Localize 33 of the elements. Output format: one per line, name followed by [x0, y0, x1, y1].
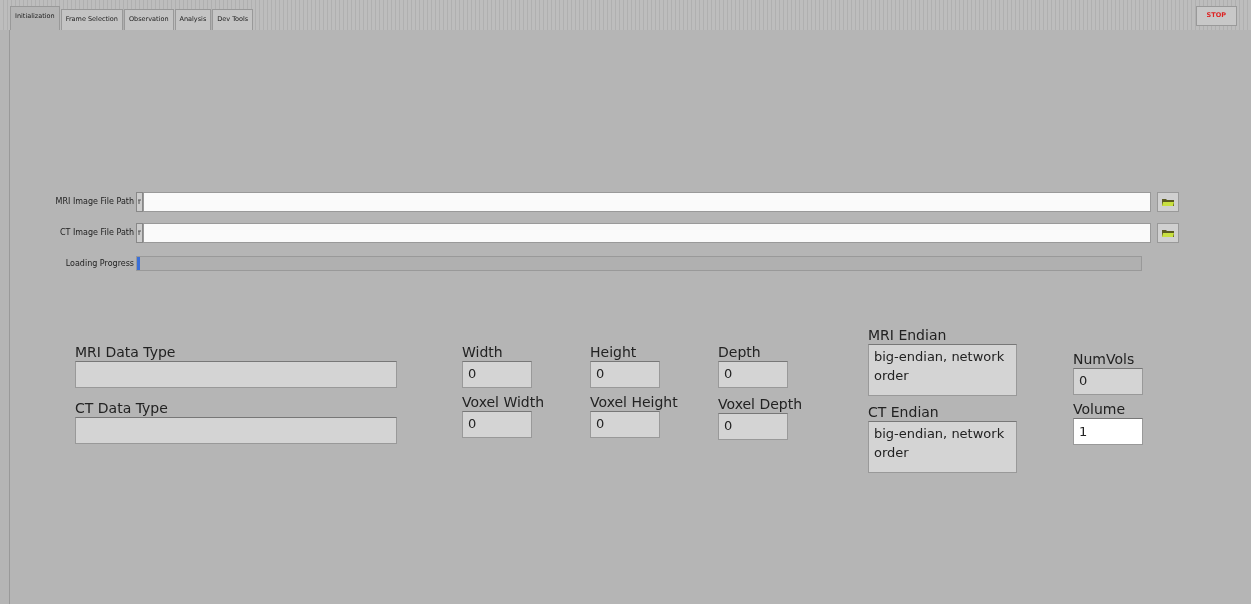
endian-field: big-endian, network order [868, 343, 1017, 396]
field-label: Voxel Height [590, 393, 679, 411]
field-label: Height [590, 344, 638, 361]
path-field[interactable] [143, 191, 1151, 212]
field-label: Depth [718, 344, 762, 361]
field-label: Volume [1073, 400, 1127, 418]
numeric-field: 0 [462, 410, 532, 438]
path-field[interactable] [143, 222, 1151, 243]
volume-field[interactable]: 1 [1073, 417, 1143, 445]
folder-icon [1162, 197, 1174, 206]
endian-field: big-endian, network order [868, 420, 1017, 473]
field-label: MRI Image File Path [54, 195, 135, 208]
field-label: MRI Endian [868, 327, 948, 344]
field-label: Voxel Depth [718, 395, 804, 413]
browse-button[interactable] [1157, 191, 1179, 212]
numeric-field: 0 [590, 410, 660, 438]
field-label: CT Endian [868, 403, 940, 421]
field-label: CT Data Type [75, 399, 169, 417]
path-icon [136, 191, 143, 212]
field-label: Width [462, 344, 504, 361]
progress-label: Loading Progress [64, 257, 135, 270]
path-icon [136, 222, 143, 243]
field-label: Voxel Width [462, 393, 546, 411]
numeric-field: 0 [1073, 367, 1143, 395]
folder-icon [1162, 228, 1174, 237]
numeric-field: 0 [718, 360, 788, 388]
browse-button[interactable] [1157, 222, 1179, 243]
numeric-field: 0 [462, 360, 532, 388]
field-label: MRI Data Type [75, 344, 177, 361]
numeric-field: 0 [718, 412, 788, 440]
numeric-field: 0 [590, 360, 660, 388]
field-label: NumVols [1073, 351, 1136, 368]
field-label: CT Image File Path [58, 226, 135, 239]
